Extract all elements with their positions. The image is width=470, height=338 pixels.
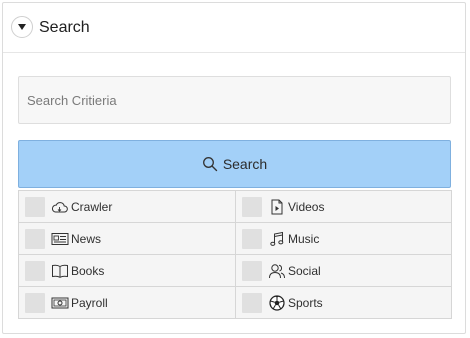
category-videos[interactable]: Videos bbox=[235, 190, 452, 223]
panel-title: Search bbox=[39, 19, 90, 36]
newspaper-icon bbox=[51, 231, 69, 247]
category-label: News bbox=[71, 231, 102, 246]
checkbox[interactable] bbox=[242, 292, 262, 313]
category-label: Crawler bbox=[71, 199, 113, 214]
category-label: Sports bbox=[288, 295, 323, 310]
money-icon bbox=[51, 295, 69, 311]
checkbox[interactable] bbox=[25, 228, 45, 249]
search-input[interactable] bbox=[18, 76, 451, 124]
soccer-ball-icon bbox=[268, 294, 286, 311]
category-label: Videos bbox=[288, 199, 325, 214]
music-note-icon bbox=[268, 231, 286, 247]
video-file-icon bbox=[268, 199, 286, 215]
category-payroll[interactable]: Payroll bbox=[18, 286, 236, 319]
search-icon bbox=[202, 157, 218, 172]
checkbox[interactable] bbox=[242, 228, 262, 249]
checkbox[interactable] bbox=[242, 260, 262, 281]
category-music[interactable]: Music bbox=[235, 222, 452, 255]
cloud-icon bbox=[51, 199, 69, 215]
category-grid: Crawler Videos News Music Books Social P… bbox=[18, 190, 452, 319]
category-crawler[interactable]: Crawler bbox=[18, 190, 236, 223]
search-button[interactable]: Search bbox=[18, 140, 451, 188]
caret-down-icon bbox=[18, 24, 26, 30]
category-news[interactable]: News bbox=[18, 222, 236, 255]
category-label: Payroll bbox=[71, 295, 108, 310]
panel-header: Search bbox=[3, 3, 465, 53]
checkbox[interactable] bbox=[242, 196, 262, 217]
category-books[interactable]: Books bbox=[18, 254, 236, 287]
category-sports[interactable]: Sports bbox=[235, 286, 452, 319]
search-button-label: Search bbox=[222, 156, 268, 172]
category-social[interactable]: Social bbox=[235, 254, 452, 287]
category-label: Books bbox=[71, 263, 105, 278]
book-icon bbox=[51, 263, 69, 279]
collapse-toggle-button[interactable] bbox=[11, 16, 33, 38]
search-panel: Search Search Crawler bbox=[2, 2, 466, 334]
category-label: Music bbox=[288, 231, 320, 246]
checkbox[interactable] bbox=[25, 196, 45, 217]
checkbox[interactable] bbox=[25, 292, 45, 313]
checkbox[interactable] bbox=[25, 260, 45, 281]
users-icon bbox=[268, 263, 286, 279]
category-label: Social bbox=[288, 263, 321, 278]
